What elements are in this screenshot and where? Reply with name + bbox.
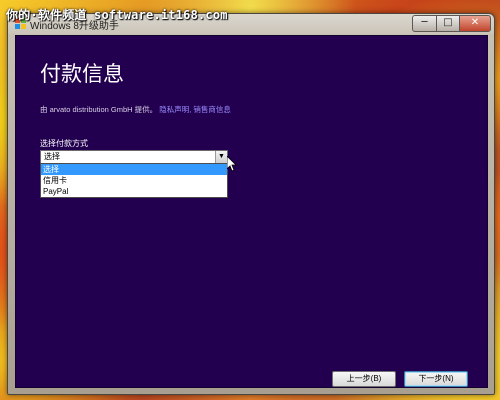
app-window: Windows 8升级助手 ─ □ ✕ 付款信息 由 arvato distri… <box>7 13 495 395</box>
payment-method-select[interactable]: 选择 ▼ <box>40 150 228 164</box>
payment-method-label: 选择付款方式 <box>40 139 88 148</box>
provider-info: 由 arvato distribution GmbH 提供。 隐私声明, 销售商… <box>40 104 231 115</box>
dropdown-option-select[interactable]: 选择 <box>41 164 227 175</box>
next-button[interactable]: 下一步(N) <box>404 371 468 387</box>
minimize-button[interactable]: ─ <box>412 15 437 32</box>
payment-method-selected: 选择 <box>44 152 60 161</box>
payment-method-dropdown[interactable]: 选择 信用卡 PayPal <box>40 163 228 198</box>
back-button[interactable]: 上一步(B) <box>332 371 396 387</box>
privacy-seller-links[interactable]: 隐私声明, 销售商信息 <box>159 105 231 114</box>
provider-text: 由 arvato distribution GmbH 提供。 <box>40 105 158 114</box>
close-button[interactable]: ✕ <box>459 15 491 32</box>
page-title: 付款信息 <box>40 62 124 86</box>
watermark-text: 你的·软件频道 software.it168.com <box>6 8 228 22</box>
dropdown-option-credit-card[interactable]: 信用卡 <box>41 175 227 186</box>
mouse-cursor-icon <box>227 156 237 172</box>
chevron-down-icon[interactable]: ▼ <box>215 151 227 163</box>
maximize-button[interactable]: □ <box>436 15 460 32</box>
dropdown-option-paypal[interactable]: PayPal <box>41 186 227 197</box>
